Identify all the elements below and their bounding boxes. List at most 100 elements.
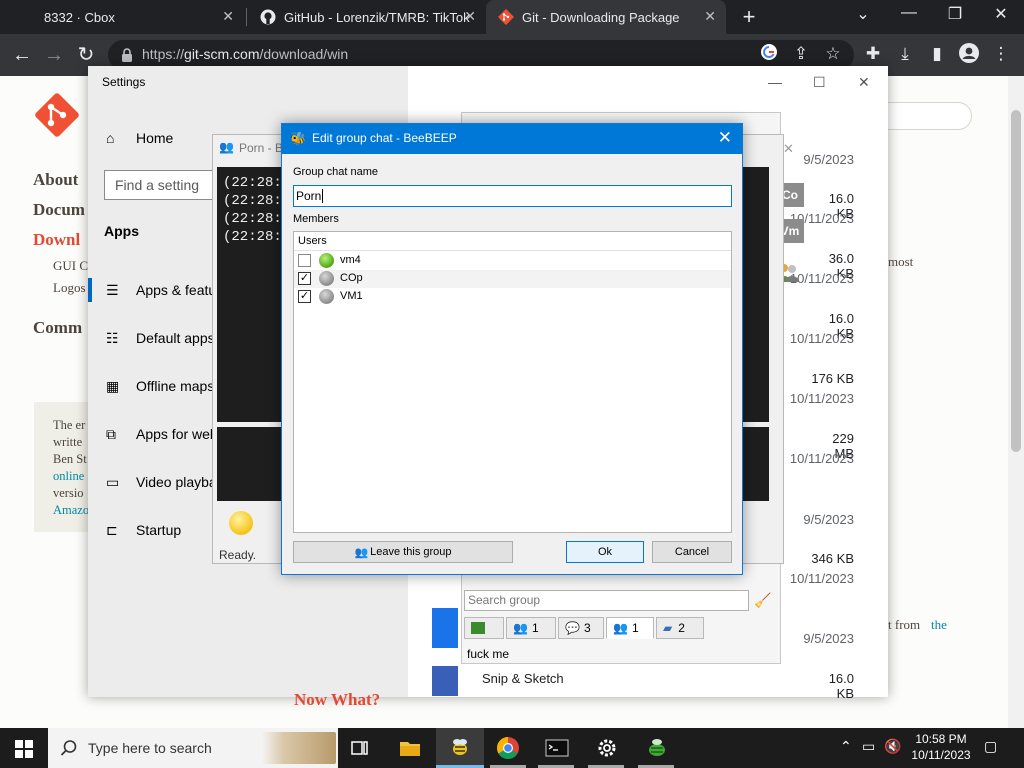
tab-groups[interactable]: 👥 1 bbox=[606, 617, 654, 639]
member-checkbox[interactable]: ✓ bbox=[298, 290, 311, 303]
git-logo-icon[interactable] bbox=[34, 92, 80, 138]
member-checkbox[interactable] bbox=[298, 254, 311, 267]
url-scheme: https:// bbox=[142, 46, 185, 62]
profile-avatar-icon[interactable] bbox=[958, 43, 980, 65]
tab-git-download[interactable]: Git - Downloading Package ✕ bbox=[486, 0, 726, 34]
side-panel-icon[interactable]: ▮ bbox=[926, 43, 948, 65]
download-icon[interactable]: ⤓ bbox=[894, 43, 916, 65]
clear-broom-icon[interactable]: 🧹 bbox=[754, 592, 772, 610]
beebeep-icon[interactable] bbox=[448, 736, 472, 760]
group-name-input[interactable]: Porn bbox=[293, 185, 732, 207]
bee-app-icon[interactable] bbox=[645, 736, 669, 760]
leave-group-label: Leave this group bbox=[370, 546, 452, 558]
members-list[interactable]: Users vm4 ✓ COp ✓ VM1 bbox=[293, 231, 732, 533]
chrome-icon[interactable] bbox=[496, 736, 520, 760]
url-path: /download/win bbox=[259, 46, 349, 62]
tab-count: 2 bbox=[678, 621, 685, 635]
tab-users[interactable]: 👥 1 bbox=[506, 617, 556, 639]
close-icon[interactable]: ✕ bbox=[704, 8, 716, 25]
taskbar-search-box[interactable]: Type here to search bbox=[48, 728, 338, 768]
page-link[interactable]: the bbox=[931, 617, 947, 633]
page-scrollbar-thumb[interactable] bbox=[1011, 110, 1021, 452]
file-explorer-icon[interactable] bbox=[398, 736, 422, 760]
online-status-icon bbox=[319, 253, 334, 268]
close-icon[interactable]: ✕ bbox=[222, 8, 234, 25]
browser-tabstrip: 8332 · Cbox ✕ GitHub - Lorenzik/TMRB: Ti… bbox=[0, 0, 1024, 34]
close-icon[interactable]: ✕ bbox=[858, 74, 870, 91]
maximize-icon[interactable]: ☐ bbox=[813, 74, 826, 91]
minimize-icon[interactable]: — bbox=[768, 74, 782, 90]
tab-title: 8332 · Cbox bbox=[44, 9, 115, 25]
tab-title: GitHub - Lorenzik/TMRB: TikTok bbox=[284, 9, 470, 25]
git-nav-gui[interactable]: GUI C bbox=[53, 258, 88, 274]
files-icon: ▰ bbox=[663, 621, 673, 635]
new-tab-button[interactable]: + bbox=[738, 4, 760, 30]
menu-kebab-icon[interactable]: ⋮ bbox=[990, 43, 1012, 65]
task-view-icon[interactable] bbox=[348, 736, 372, 760]
restore-icon[interactable]: ❐ bbox=[940, 4, 970, 24]
share-icon[interactable]: ⇪ bbox=[790, 43, 812, 65]
download-date: 10/11/2023 bbox=[789, 571, 854, 586]
member-row-vm1[interactable]: ✓ VM1 bbox=[294, 288, 731, 306]
beebeep-icon: 🐝 bbox=[290, 131, 307, 146]
git-nav-community[interactable]: Comm bbox=[33, 318, 82, 338]
close-icon[interactable]: ✕ bbox=[718, 128, 732, 148]
settings-title: Settings bbox=[102, 75, 146, 89]
bookmark-star-icon[interactable]: ☆ bbox=[822, 43, 844, 65]
member-row-vm4[interactable]: vm4 bbox=[294, 252, 731, 270]
windows-start-icon[interactable] bbox=[15, 740, 33, 758]
git-nav-docs[interactable]: Docum bbox=[33, 200, 85, 220]
git-logo-icon bbox=[498, 9, 514, 25]
google-lens-icon[interactable] bbox=[758, 43, 780, 65]
settings-item-startup[interactable]: ⊏ Startup bbox=[106, 520, 181, 540]
notifications-icon[interactable]: ▢ bbox=[984, 738, 997, 755]
tab-title: Git - Downloading Package bbox=[522, 9, 680, 25]
terminal-icon[interactable] bbox=[545, 736, 569, 760]
cancel-button[interactable]: Cancel bbox=[652, 541, 732, 563]
tab-home[interactable] bbox=[464, 617, 504, 639]
tab-github[interactable]: GitHub - Lorenzik/TMRB: TikTok ✕ bbox=[248, 0, 486, 34]
minimize-icon[interactable]: — bbox=[894, 4, 924, 22]
tab-chats[interactable]: 💬 3 bbox=[558, 617, 604, 639]
settings-gear-icon[interactable] bbox=[595, 736, 619, 760]
group-users-icon: 👥 bbox=[354, 546, 369, 559]
tab-search-chevron-icon[interactable]: ⌄ bbox=[848, 4, 878, 24]
settings-item-label: Offline maps bbox=[136, 378, 215, 394]
member-row-cop[interactable]: ✓ COp bbox=[294, 270, 731, 288]
git-box-line: Ben St bbox=[53, 452, 87, 466]
git-box-link[interactable]: Amazo bbox=[53, 503, 89, 518]
url-host: git-scm.com bbox=[184, 46, 260, 62]
close-icon[interactable]: ✕ bbox=[783, 141, 794, 157]
map-icon: ▦ bbox=[106, 378, 120, 394]
git-nav-about[interactable]: About bbox=[33, 170, 78, 190]
leave-group-button[interactable]: 👥 Leave this group bbox=[293, 541, 513, 563]
taskbar: Type here to search ⌃ ▭ 🔇 10:58 PM 10/11… bbox=[0, 728, 1024, 768]
group-search-input[interactable]: Search group bbox=[464, 590, 749, 611]
forward-arrow-icon[interactable]: → bbox=[42, 43, 66, 67]
network-icon[interactable]: ▭ bbox=[862, 738, 875, 755]
tab-files[interactable]: ▰ 2 bbox=[656, 617, 704, 639]
settings-item-offline-maps[interactable]: ▦ Offline maps bbox=[106, 376, 214, 396]
reload-icon[interactable]: ↻ bbox=[74, 43, 98, 67]
home-icon: ⌂ bbox=[106, 130, 115, 146]
settings-home[interactable]: ⌂ Home bbox=[106, 128, 173, 148]
member-checkbox[interactable]: ✓ bbox=[298, 272, 311, 285]
lock-icon bbox=[122, 48, 132, 62]
taskbar-clock[interactable]: 10:58 PM 10/11/2023 bbox=[898, 731, 984, 763]
list-header: Users bbox=[294, 232, 731, 251]
close-icon[interactable]: ✕ bbox=[464, 8, 476, 25]
tab-cbox[interactable]: 8332 · Cbox ✕ bbox=[0, 0, 244, 34]
download-size: 176 KB bbox=[811, 371, 854, 386]
git-nav-logos[interactable]: Logos bbox=[53, 280, 86, 296]
list-icon: ☰ bbox=[106, 282, 119, 298]
settings-item-default-apps[interactable]: ☷ Default apps bbox=[106, 328, 215, 348]
back-arrow-icon[interactable]: ← bbox=[10, 43, 34, 67]
git-box-link[interactable]: online bbox=[53, 469, 84, 484]
emoji-icon[interactable] bbox=[229, 511, 253, 535]
download-name[interactable]: Snip & Sketch bbox=[482, 671, 564, 686]
close-window-icon[interactable]: ✕ bbox=[986, 4, 1016, 24]
tray-chevron-icon[interactable]: ⌃ bbox=[840, 738, 852, 755]
git-nav-downloads[interactable]: Downl bbox=[33, 230, 80, 250]
extensions-icon[interactable]: ✚ bbox=[862, 43, 884, 65]
ok-button[interactable]: Ok bbox=[566, 541, 644, 563]
